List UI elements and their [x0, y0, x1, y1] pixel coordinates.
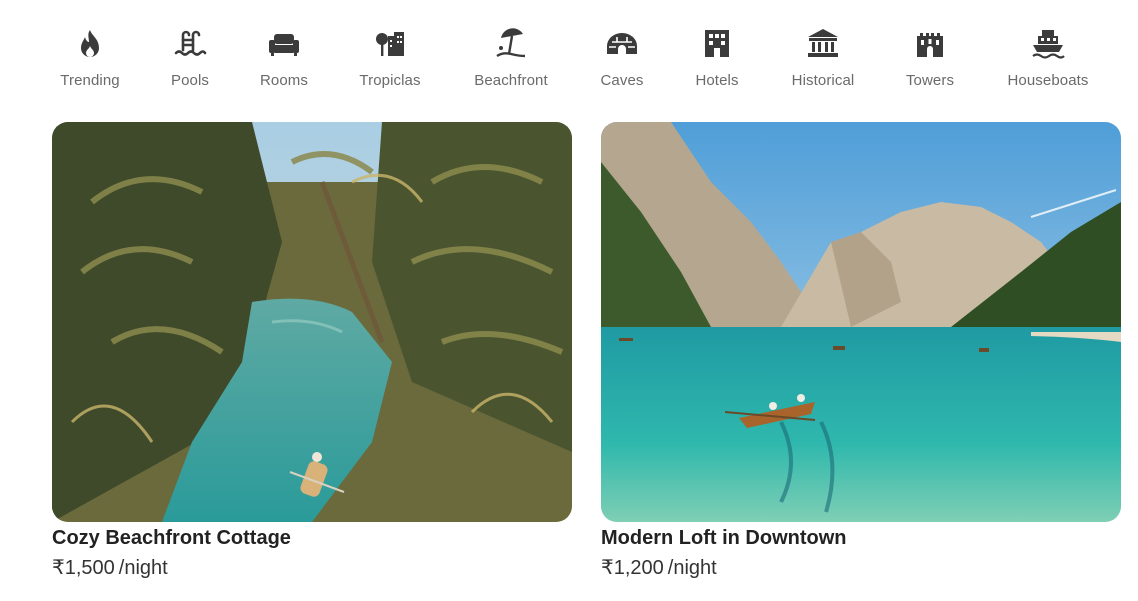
- category-hotels[interactable]: Hotels: [662, 24, 772, 94]
- category-label: Trending: [60, 72, 120, 89]
- category-label: Towers: [905, 72, 955, 89]
- category-trending[interactable]: Trending: [35, 24, 145, 94]
- hotel-building-icon: [697, 24, 737, 64]
- listing-price: ₹1,200/night: [601, 556, 1121, 580]
- price-amount: ₹1,200: [601, 557, 664, 579]
- category-bar: Trending Pools Rooms Tropiclas Beachfron…: [0, 0, 1138, 100]
- flame-icon: [70, 24, 110, 64]
- houseboat-icon: [1028, 24, 1068, 64]
- category-houseboats[interactable]: Houseboats: [993, 24, 1103, 94]
- listing-card[interactable]: Modern Loft in Downtown ₹1,200/night: [601, 122, 1121, 580]
- mountain-lake-rowboat-photo[interactable]: [601, 122, 1121, 522]
- category-towers[interactable]: Towers: [875, 24, 985, 94]
- tropical-tree-building-icon: [370, 24, 410, 64]
- beach-umbrella-icon: [491, 24, 531, 64]
- castle-tower-icon: [910, 24, 950, 64]
- category-beachfront[interactable]: Beachfront: [456, 24, 566, 94]
- category-label: Historical: [791, 72, 855, 89]
- category-rooms[interactable]: Rooms: [229, 24, 339, 94]
- category-tropiclas[interactable]: Tropiclas: [335, 24, 445, 94]
- category-label: Pools: [170, 72, 210, 89]
- category-label: Tropiclas: [359, 72, 421, 89]
- category-label: Hotels: [695, 72, 739, 89]
- category-label: Caves: [600, 72, 644, 89]
- category-caves[interactable]: Caves: [567, 24, 677, 94]
- tropical-river-palms-photo[interactable]: [52, 122, 572, 522]
- price-unit: /night: [667, 557, 717, 579]
- price-unit: /night: [118, 557, 168, 579]
- listing-title[interactable]: Cozy Beachfront Cottage: [52, 526, 572, 550]
- category-label: Rooms: [259, 72, 308, 89]
- igloo-cave-icon: [602, 24, 642, 64]
- listing-price: ₹1,500/night: [52, 556, 572, 580]
- price-amount: ₹1,500: [52, 557, 115, 579]
- category-historical[interactable]: Historical: [768, 24, 878, 94]
- category-label: Houseboats: [1007, 72, 1089, 89]
- listing-title[interactable]: Modern Loft in Downtown: [601, 526, 1121, 550]
- category-label: Beachfront: [474, 72, 548, 89]
- sofa-icon: [264, 24, 304, 64]
- listing-card[interactable]: Cozy Beachfront Cottage ₹1,500/night: [52, 122, 572, 580]
- pool-ladder-icon: [170, 24, 210, 64]
- museum-columns-icon: [803, 24, 843, 64]
